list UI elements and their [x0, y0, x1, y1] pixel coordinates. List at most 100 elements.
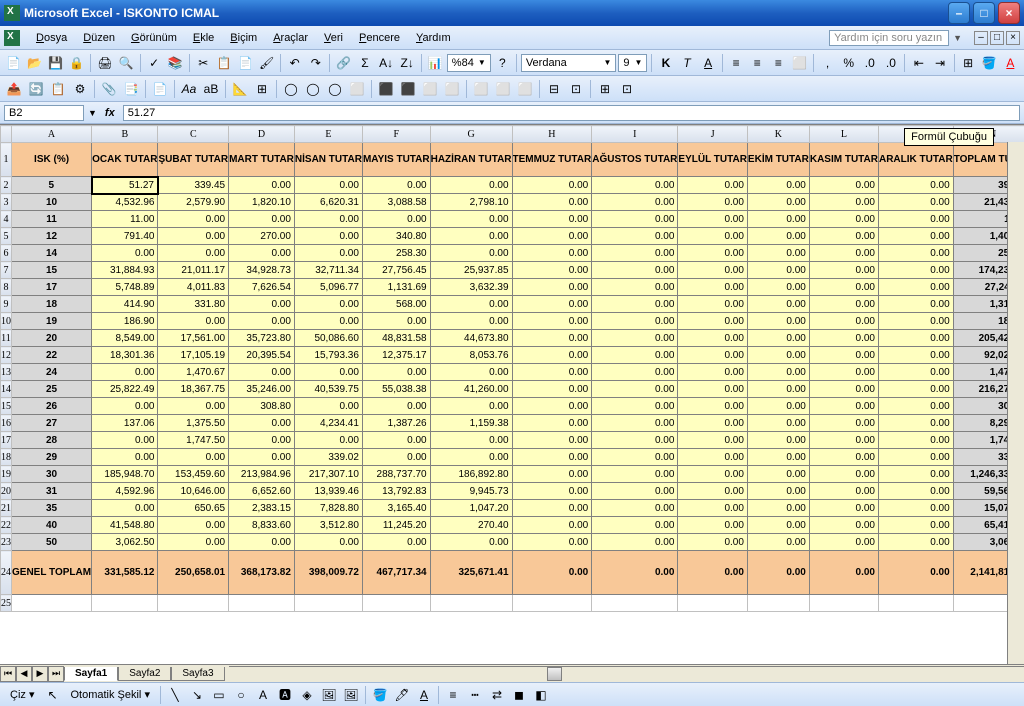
- dash-style-icon[interactable]: ┅: [465, 685, 485, 705]
- data-cell[interactable]: 0.00: [678, 330, 748, 347]
- tool-icon[interactable]: 📑: [121, 79, 141, 99]
- data-cell[interactable]: 55,038.38: [362, 381, 430, 398]
- data-cell[interactable]: 0.00: [878, 534, 953, 551]
- data-cell[interactable]: 0.00: [92, 500, 158, 517]
- row-header-23[interactable]: 23: [1, 534, 12, 551]
- bold-icon[interactable]: K: [656, 53, 675, 73]
- menu-biçim[interactable]: Biçim: [222, 30, 265, 46]
- data-cell[interactable]: 0.00: [809, 245, 878, 262]
- data-cell[interactable]: 0.00: [512, 381, 592, 398]
- data-cell[interactable]: 0.00: [747, 330, 809, 347]
- data-cell[interactable]: 0.00: [878, 398, 953, 415]
- col-header-E[interactable]: E: [294, 126, 362, 143]
- header-cell[interactable]: AĞUSTOS TUTAR: [592, 143, 678, 177]
- data-cell[interactable]: 0.00: [512, 279, 592, 296]
- data-cell[interactable]: 0.00: [747, 245, 809, 262]
- data-cell[interactable]: 1,747.50: [158, 432, 229, 449]
- paste-icon[interactable]: 📄: [236, 53, 255, 73]
- row-header-2[interactable]: 2: [1, 177, 12, 194]
- data-cell[interactable]: 0.00: [678, 177, 748, 194]
- data-cell[interactable]: 0.00: [678, 279, 748, 296]
- menu-dosya[interactable]: Dosya: [28, 30, 75, 46]
- data-cell[interactable]: 0.00: [678, 313, 748, 330]
- data-cell[interactable]: 0.00: [430, 364, 512, 381]
- data-cell[interactable]: 0.00: [678, 194, 748, 211]
- col-header-G[interactable]: G: [430, 126, 512, 143]
- menu-görünüm[interactable]: Görünüm: [123, 30, 185, 46]
- data-cell[interactable]: 0.00: [592, 262, 678, 279]
- row-header-19[interactable]: 19: [1, 466, 12, 483]
- align-center-icon[interactable]: ≡: [748, 53, 767, 73]
- isk-cell[interactable]: 31: [12, 483, 92, 500]
- data-cell[interactable]: 0.00: [92, 449, 158, 466]
- data-cell[interactable]: 4,532.96: [92, 194, 158, 211]
- data-cell[interactable]: 8,549.00: [92, 330, 158, 347]
- data-cell[interactable]: 0.00: [878, 364, 953, 381]
- data-cell[interactable]: 0.00: [809, 517, 878, 534]
- data-cell[interactable]: 0.00: [512, 296, 592, 313]
- data-cell[interactable]: 0.00: [430, 177, 512, 194]
- data-cell[interactable]: 0.00: [229, 415, 295, 432]
- data-cell[interactable]: 20,395.54: [229, 347, 295, 364]
- align-right-icon[interactable]: ≡: [769, 53, 788, 73]
- data-cell[interactable]: 7,828.80: [294, 500, 362, 517]
- row-header-18[interactable]: 18: [1, 449, 12, 466]
- empty-cell[interactable]: [229, 595, 295, 612]
- empty-cell[interactable]: [430, 595, 512, 612]
- data-cell[interactable]: 186,892.80: [430, 466, 512, 483]
- empty-cell[interactable]: [809, 595, 878, 612]
- grand-total-label[interactable]: GENEL TOPLAM: [12, 551, 92, 595]
- data-cell[interactable]: 0.00: [747, 415, 809, 432]
- undo-icon[interactable]: ↶: [285, 53, 304, 73]
- help-icon[interactable]: ?: [493, 53, 512, 73]
- tab-nav-last-icon[interactable]: ⏭: [48, 666, 64, 682]
- grand-total-cell[interactable]: 398,009.72: [294, 551, 362, 595]
- data-cell[interactable]: 217,307.10: [294, 466, 362, 483]
- empty-cell[interactable]: [362, 595, 430, 612]
- header-cell[interactable]: EYLÜL TUTAR: [678, 143, 748, 177]
- doc-close-button[interactable]: ×: [1006, 31, 1020, 45]
- header-cell[interactable]: MAYIS TUTAR: [362, 143, 430, 177]
- merge-icon[interactable]: ⬜: [790, 53, 809, 73]
- data-cell[interactable]: 0.00: [878, 449, 953, 466]
- header-cell[interactable]: KASIM TUTAR: [809, 143, 878, 177]
- tool-icon[interactable]: aB: [201, 79, 221, 99]
- data-cell[interactable]: 0.00: [362, 398, 430, 415]
- tab-nav-next-icon[interactable]: ▶: [32, 666, 48, 682]
- data-cell[interactable]: 0.00: [878, 347, 953, 364]
- data-cell[interactable]: 0.00: [592, 432, 678, 449]
- close-button[interactable]: ×: [998, 2, 1020, 24]
- data-cell[interactable]: 0.00: [294, 211, 362, 228]
- data-cell[interactable]: 0.00: [809, 347, 878, 364]
- name-box[interactable]: [4, 105, 84, 121]
- data-cell[interactable]: 10,646.00: [158, 483, 229, 500]
- data-cell[interactable]: 0.00: [294, 364, 362, 381]
- isk-cell[interactable]: 14: [12, 245, 92, 262]
- data-cell[interactable]: 0.00: [809, 415, 878, 432]
- tool-icon[interactable]: ◯: [325, 79, 345, 99]
- 3d-icon[interactable]: ◧: [531, 685, 551, 705]
- data-cell[interactable]: 5,748.89: [92, 279, 158, 296]
- tool-icon[interactable]: 📋: [48, 79, 68, 99]
- tool-icon[interactable]: Aa: [179, 79, 199, 99]
- grand-total-cell[interactable]: 0.00: [878, 551, 953, 595]
- data-cell[interactable]: 0.00: [678, 449, 748, 466]
- data-cell[interactable]: 0.00: [430, 534, 512, 551]
- header-cell[interactable]: HAZİRAN TUTAR: [430, 143, 512, 177]
- redo-icon[interactable]: ↷: [306, 53, 325, 73]
- data-cell[interactable]: 0.00: [747, 364, 809, 381]
- data-cell[interactable]: 0.00: [878, 483, 953, 500]
- tool-icon[interactable]: 🔄: [26, 79, 46, 99]
- col-header-L[interactable]: L: [809, 126, 878, 143]
- col-header-C[interactable]: C: [158, 126, 229, 143]
- isk-cell[interactable]: 12: [12, 228, 92, 245]
- sheet-tab-sayfa2[interactable]: Sayfa2: [118, 667, 171, 681]
- data-cell[interactable]: 0.00: [592, 296, 678, 313]
- isk-cell[interactable]: 20: [12, 330, 92, 347]
- data-cell[interactable]: 0.00: [678, 364, 748, 381]
- data-cell[interactable]: 0.00: [878, 211, 953, 228]
- font-color-icon[interactable]: A: [1001, 53, 1020, 73]
- data-cell[interactable]: 0.00: [362, 449, 430, 466]
- data-cell[interactable]: 0.00: [158, 398, 229, 415]
- data-cell[interactable]: 0.00: [809, 398, 878, 415]
